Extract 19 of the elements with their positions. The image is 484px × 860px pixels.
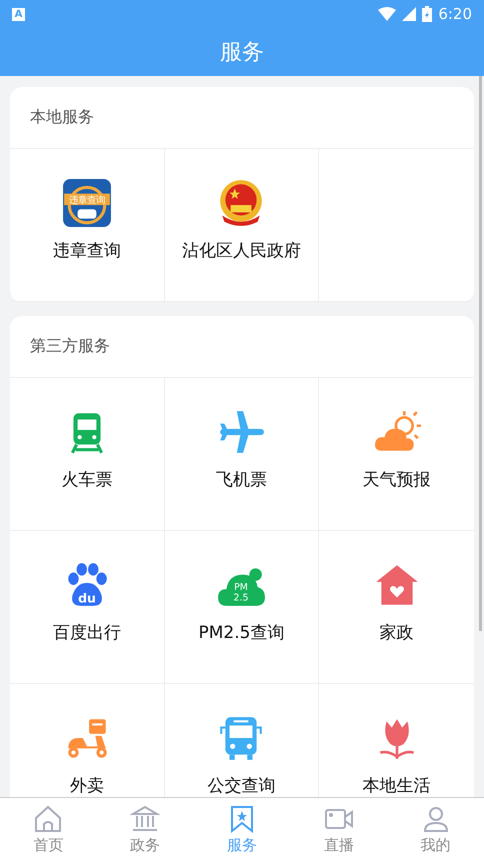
wifi-icon	[378, 7, 396, 21]
status-time: 6:20	[438, 5, 472, 23]
notification-icon: A	[12, 8, 25, 20]
bank-icon	[130, 804, 160, 834]
service-item[interactable]: 家政	[319, 531, 474, 684]
traffic-app-icon: 违章查询	[62, 178, 112, 228]
signal-icon	[402, 7, 416, 21]
service-item[interactable]: 沾化区人民政府	[164, 149, 320, 302]
home-icon	[33, 804, 64, 834]
service-item[interactable]: 飞机票	[164, 378, 320, 531]
service-item[interactable]: 火车票	[10, 378, 165, 531]
service-item[interactable]: 违章查询 违章查询	[10, 149, 165, 302]
section-title: 第三方服务	[30, 336, 110, 357]
service-item[interactable]: 天气预报	[319, 378, 474, 531]
service-item[interactable]: PM 2.5 PM2.5查询	[164, 531, 320, 684]
battery-icon	[422, 6, 432, 22]
page-title: 服务	[220, 39, 264, 67]
section-title: 本地服务	[30, 107, 94, 128]
service-item[interactable]: du 百度出行	[10, 531, 165, 684]
